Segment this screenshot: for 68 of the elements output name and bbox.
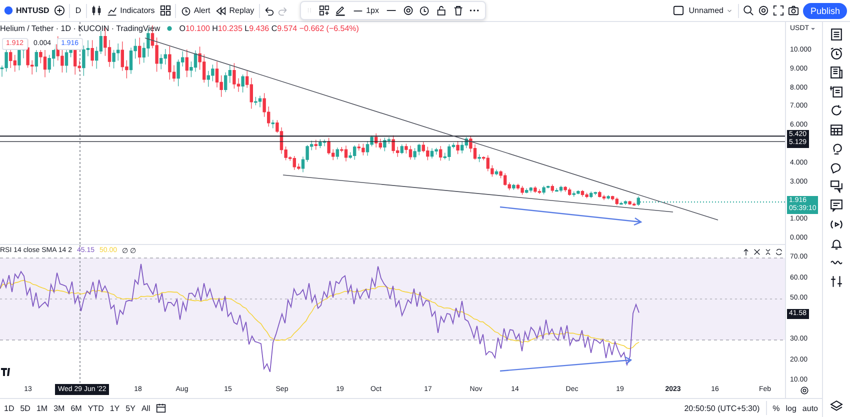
cycle-icon[interactable] xyxy=(830,104,843,117)
range-button[interactable]: 5Y xyxy=(126,404,136,412)
add-list-icon[interactable] xyxy=(830,85,843,98)
list-icon[interactable] xyxy=(830,28,843,41)
message-icon[interactable] xyxy=(830,199,843,212)
alert-button[interactable]: Alert xyxy=(180,2,212,20)
refresh-icon[interactable] xyxy=(775,248,783,256)
bell-icon[interactable] xyxy=(830,237,843,250)
status-dot-icon xyxy=(166,25,174,32)
collapse-icon[interactable] xyxy=(764,248,772,256)
scale-button[interactable]: log xyxy=(786,404,796,412)
trash-icon[interactable] xyxy=(452,5,464,16)
add-icon[interactable] xyxy=(54,5,66,16)
range-button[interactable]: 1D xyxy=(4,404,14,412)
undo-icon[interactable] xyxy=(264,6,274,16)
sliders-icon[interactable] xyxy=(830,275,843,288)
candles-icon[interactable] xyxy=(91,5,102,16)
ohlc-values: O10.100 H10.235 L9.436 C9.574 −0.662 (−6.54%) xyxy=(179,24,359,33)
close-icon[interactable] xyxy=(753,248,761,256)
coin-icon xyxy=(4,6,13,15)
layout-button[interactable]: Unnamed xyxy=(688,2,734,20)
chart-icon xyxy=(107,6,118,16)
range-button[interactable]: All xyxy=(141,404,150,412)
settings-icon[interactable] xyxy=(758,5,770,16)
calendar-icon[interactable] xyxy=(830,123,843,136)
lightbulb-icon[interactable] xyxy=(830,142,843,155)
pencil-icon[interactable] xyxy=(335,5,346,16)
interval-button[interactable]: D xyxy=(74,2,82,20)
chart-title: Helium / Tether · 1D · KUCOIN · TradingView xyxy=(0,24,160,33)
template-icon[interactable] xyxy=(318,5,330,16)
range-button[interactable]: 6M xyxy=(70,404,82,412)
arrow[interactable] xyxy=(500,356,632,372)
range-button[interactable]: 1M xyxy=(36,404,48,412)
symbol-button[interactable]: HNTUSD xyxy=(3,2,50,20)
search-icon[interactable] xyxy=(743,5,754,16)
range-button[interactable]: 1Y xyxy=(110,404,120,412)
up-arrow-icon[interactable] xyxy=(742,248,750,256)
scale-button[interactable]: % xyxy=(772,404,780,412)
replay-button[interactable]: Replay xyxy=(215,2,256,20)
settings-icon[interactable] xyxy=(800,386,808,395)
fullscreen-icon[interactable] xyxy=(773,5,784,16)
logo-icon[interactable] xyxy=(1,368,10,376)
calendar-icon[interactable] xyxy=(156,403,166,413)
trend-line[interactable] xyxy=(282,174,674,212)
chat-bubbles-icon[interactable] xyxy=(830,180,843,193)
arrow[interactable] xyxy=(500,206,642,226)
settings-icon[interactable] xyxy=(402,5,414,16)
rewind-icon xyxy=(216,6,226,16)
range-button[interactable]: 3M xyxy=(54,404,65,412)
indicators-button[interactable]: Indicators xyxy=(106,2,156,20)
caret-icon xyxy=(726,7,734,14)
layers-icon[interactable] xyxy=(830,400,843,413)
news-icon[interactable] xyxy=(830,66,843,79)
broadcast-icon[interactable] xyxy=(830,218,843,231)
square-icon[interactable] xyxy=(672,5,684,16)
line-width-button[interactable]: 1px xyxy=(352,2,380,20)
range-button[interactable]: YTD xyxy=(88,404,104,412)
publish-button[interactable]: Publish xyxy=(803,2,847,18)
scale-button[interactable]: auto xyxy=(802,404,818,412)
caret-icon xyxy=(810,26,816,32)
trend-line[interactable] xyxy=(144,38,718,220)
lock-icon[interactable] xyxy=(436,5,447,16)
camera-icon[interactable] xyxy=(788,5,800,16)
horizontal-line[interactable] xyxy=(0,136,785,137)
chat-bubble-icon[interactable] xyxy=(830,161,843,174)
clock-time[interactable]: 20:50:50 (UTC+5:30) xyxy=(684,404,760,412)
range-button[interactable]: 5D xyxy=(20,404,30,412)
grid-icon[interactable] xyxy=(160,5,171,16)
